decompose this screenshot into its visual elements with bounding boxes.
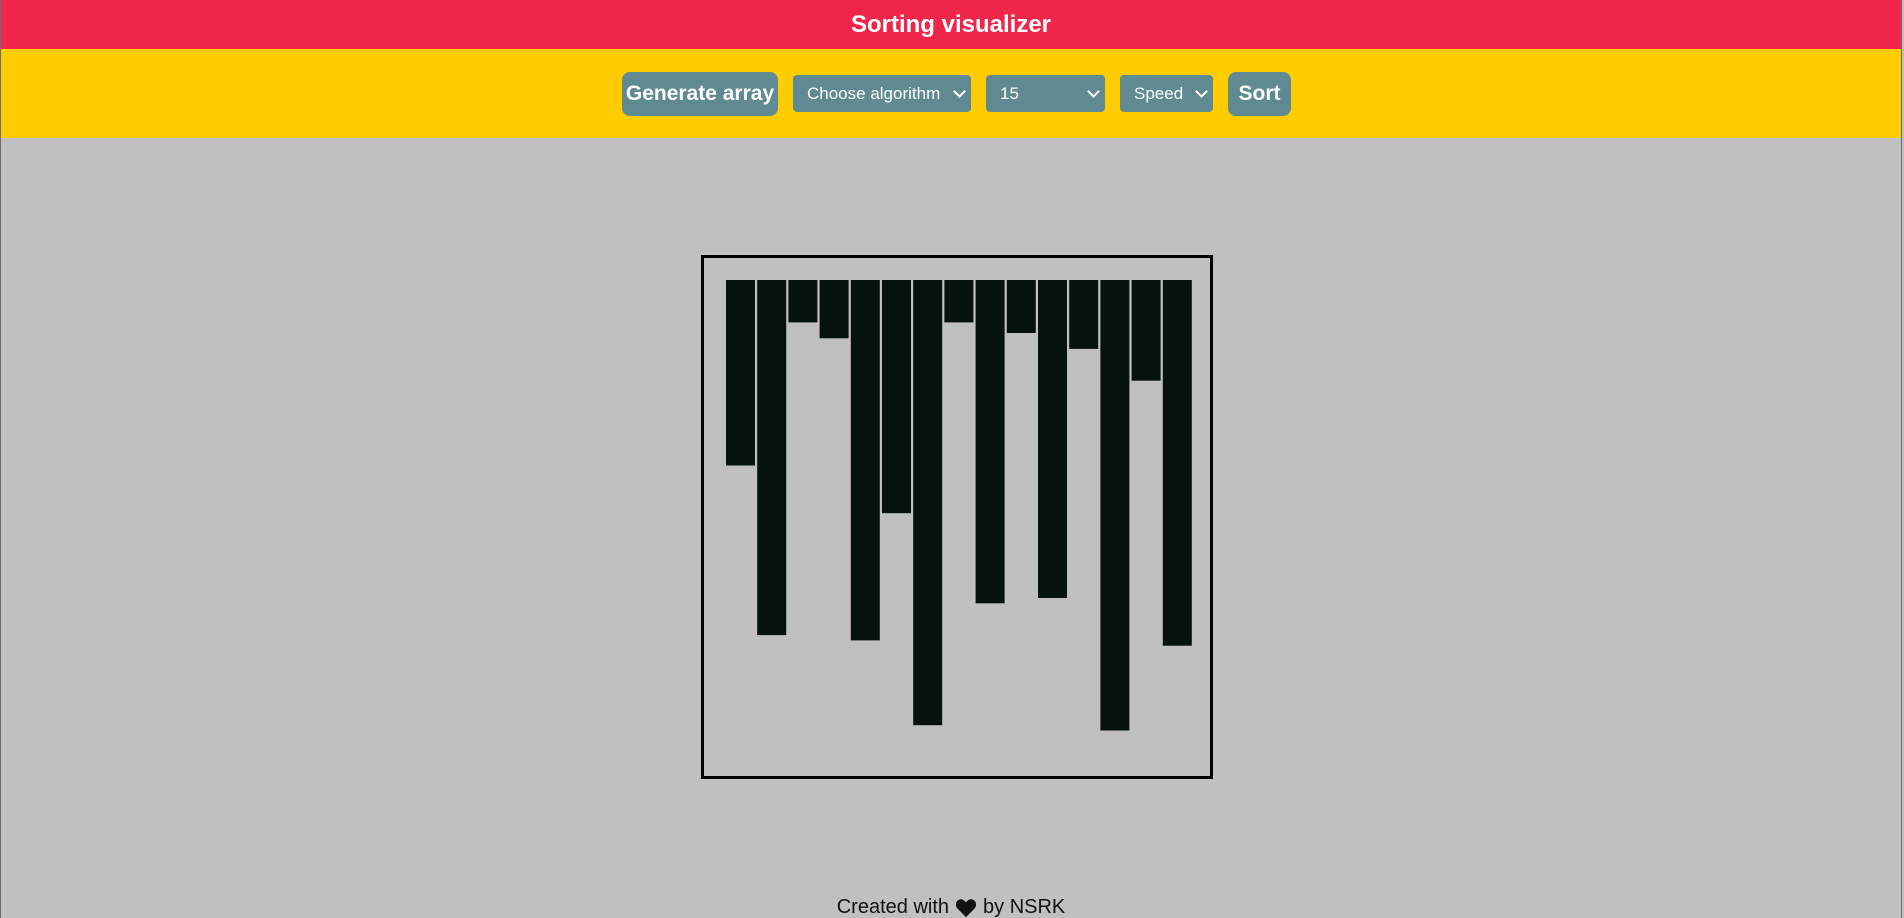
algorithm-select[interactable]: Choose algorithm — [793, 75, 971, 112]
array-bar — [882, 280, 911, 514]
array-size-select-value: 15 — [1000, 83, 1019, 103]
footer-suffix: by NSRK — [983, 896, 1066, 918]
array-bar — [788, 280, 818, 323]
array-size-select[interactable]: 15 — [986, 75, 1105, 112]
array-bar — [757, 280, 787, 636]
sort-button[interactable]: Sort — [1228, 72, 1291, 116]
chevron-down-icon — [1195, 84, 1208, 98]
generate-array-label: Generate array — [625, 82, 775, 105]
app-window: Sorting visualizer Generate array Choose… — [0, 0, 1902, 918]
footer-prefix: Created with — [836, 896, 950, 918]
speed-select-value: Speed — [1134, 83, 1184, 103]
toolbar: Generate array Choose algorithm 15 Speed… — [1, 49, 1901, 138]
heart-icon — [955, 898, 977, 917]
array-bar — [1006, 280, 1036, 333]
array-bar — [1131, 280, 1161, 381]
page-title: Sorting visualizer — [850, 10, 1052, 38]
array-bar — [944, 280, 974, 323]
visualizer-canvas — [701, 255, 1213, 779]
speed-select[interactable]: Speed — [1120, 75, 1213, 112]
array-bar — [1162, 280, 1192, 646]
array-bar — [1038, 280, 1067, 598]
array-bar — [850, 280, 880, 641]
bar-chart — [726, 280, 1192, 731]
array-bar — [1100, 280, 1130, 731]
algorithm-select-value: Choose algorithm — [807, 83, 941, 103]
chevron-down-icon — [953, 84, 966, 98]
title-bar: Sorting visualizer — [1, 0, 1901, 49]
array-bar — [975, 280, 1005, 604]
array-bar — [726, 280, 755, 466]
chevron-down-icon — [1087, 84, 1100, 98]
array-bar — [819, 280, 849, 339]
footer: Created with by NSRK — [1, 896, 1901, 918]
sort-label: Sort — [1238, 82, 1281, 105]
generate-array-button[interactable]: Generate array — [622, 72, 778, 116]
array-bar — [913, 280, 943, 726]
array-bar — [1069, 280, 1099, 349]
